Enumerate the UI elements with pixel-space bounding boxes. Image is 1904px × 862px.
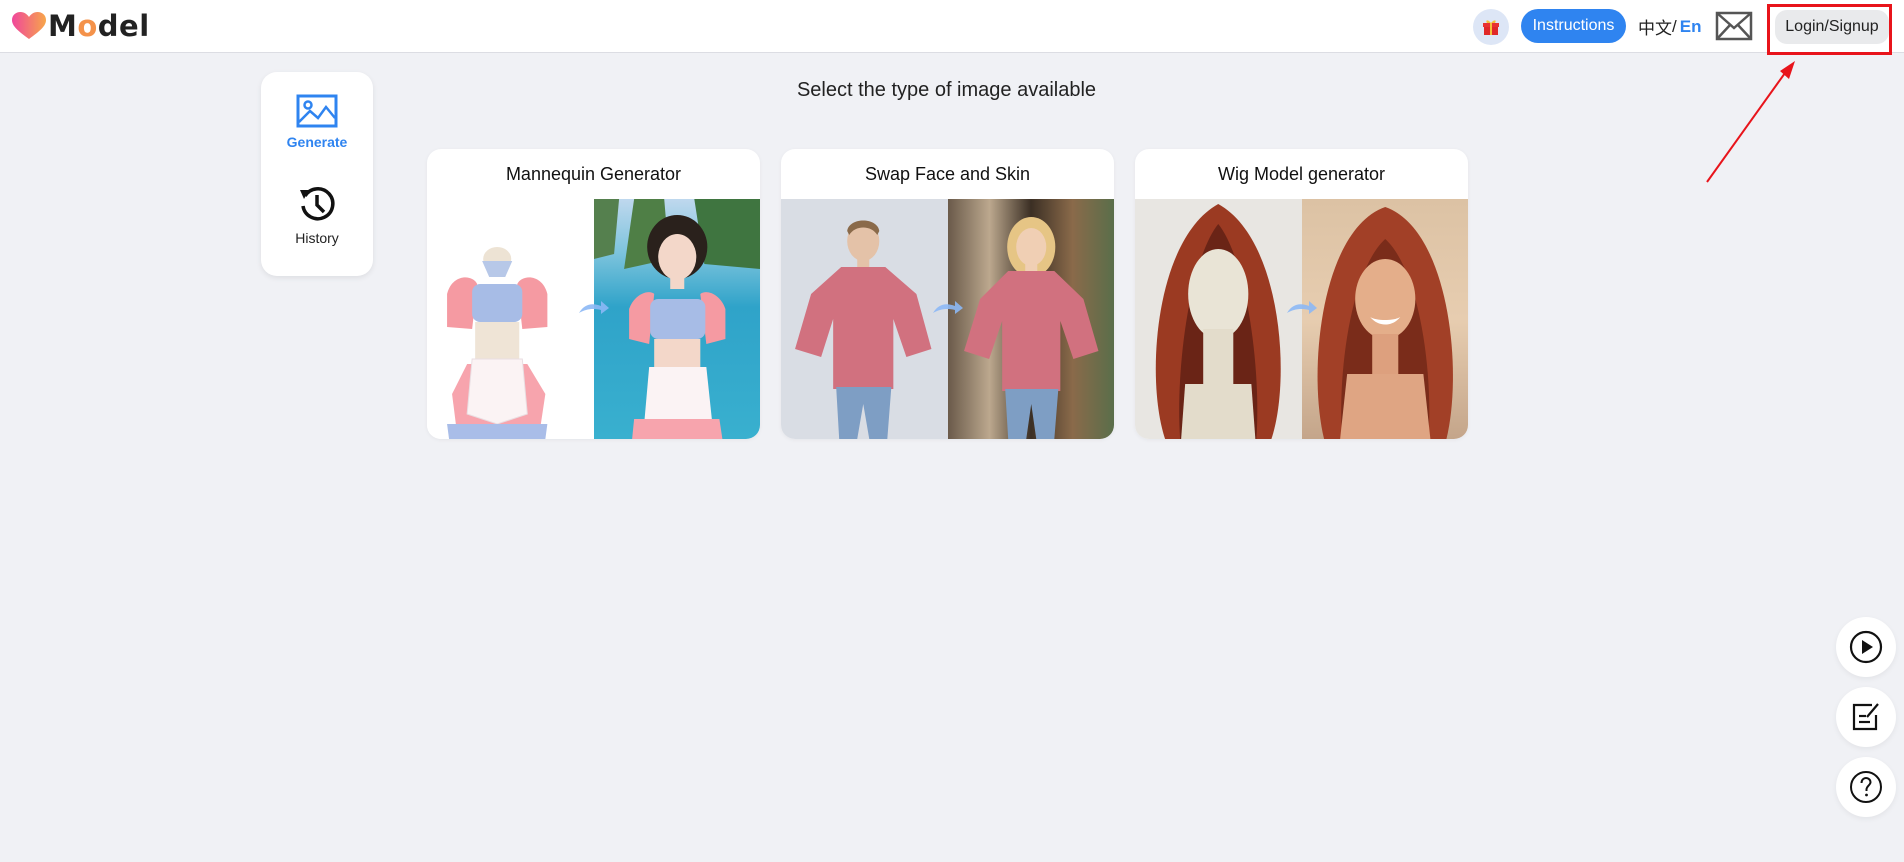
annotation-arrow-icon — [1706, 61, 1795, 183]
transform-arrow-icon — [578, 301, 609, 314]
play-circle-icon — [1849, 630, 1883, 664]
gift-icon — [1483, 20, 1499, 35]
sidebar-item-label: Generate — [286, 134, 348, 150]
card-title: Mannequin Generator — [505, 163, 682, 184]
top-header: Model Instructions 中文 / En Login/Signup — [0, 0, 1904, 53]
card-mannequin-generator[interactable]: Mannequin Generator — [427, 149, 760, 439]
instructions-button[interactable]: Instructions — [1521, 9, 1626, 43]
before-image — [1135, 199, 1302, 439]
help-circle-icon — [1850, 771, 1882, 803]
lang-separator: / — [1672, 16, 1677, 36]
lang-zh-option[interactable]: 中文 — [1638, 14, 1672, 39]
after-image — [593, 199, 760, 439]
before-image — [781, 199, 948, 439]
transform-arrow-icon — [1286, 301, 1317, 314]
card-swap-face-and-skin[interactable]: Swap Face and Skin — [781, 149, 1114, 439]
history-icon — [300, 187, 335, 221]
sidebar-item-label: History — [295, 230, 339, 246]
help-button[interactable] — [1836, 757, 1896, 817]
card-preview-image — [1135, 199, 1468, 439]
image-icon — [296, 94, 338, 128]
sidebar-item-history[interactable]: History — [261, 184, 373, 246]
edit-note-icon — [1852, 703, 1879, 731]
page-title: Select the type of image available — [796, 79, 1097, 101]
mail-icon — [1715, 11, 1753, 41]
login-signup-button[interactable]: Login/Signup — [1775, 10, 1889, 44]
transform-arrow-icon — [932, 301, 963, 314]
feedback-button[interactable] — [1836, 687, 1896, 747]
card-preview-image — [427, 199, 760, 439]
card-title: Swap Face and Skin — [864, 163, 1031, 184]
logo[interactable]: Model — [12, 9, 150, 43]
after-image — [1301, 199, 1468, 439]
lang-en-option[interactable]: En — [1680, 17, 1702, 37]
card-wig-model-generator[interactable]: Wig Model generator — [1135, 149, 1468, 439]
logo-text: Model — [48, 9, 150, 43]
sidebar-item-generate[interactable]: Generate — [261, 94, 373, 150]
card-title: Wig Model generator — [1217, 163, 1386, 184]
card-preview-image — [781, 199, 1114, 439]
before-image — [427, 199, 594, 439]
tutorial-video-button[interactable] — [1836, 617, 1896, 677]
gift-button[interactable] — [1473, 9, 1509, 45]
after-image — [947, 199, 1114, 439]
side-nav: Generate History — [261, 72, 373, 276]
mail-button[interactable] — [1715, 11, 1753, 41]
language-switcher: 中文 / En — [1638, 14, 1701, 39]
heart-logo-icon — [12, 12, 46, 39]
